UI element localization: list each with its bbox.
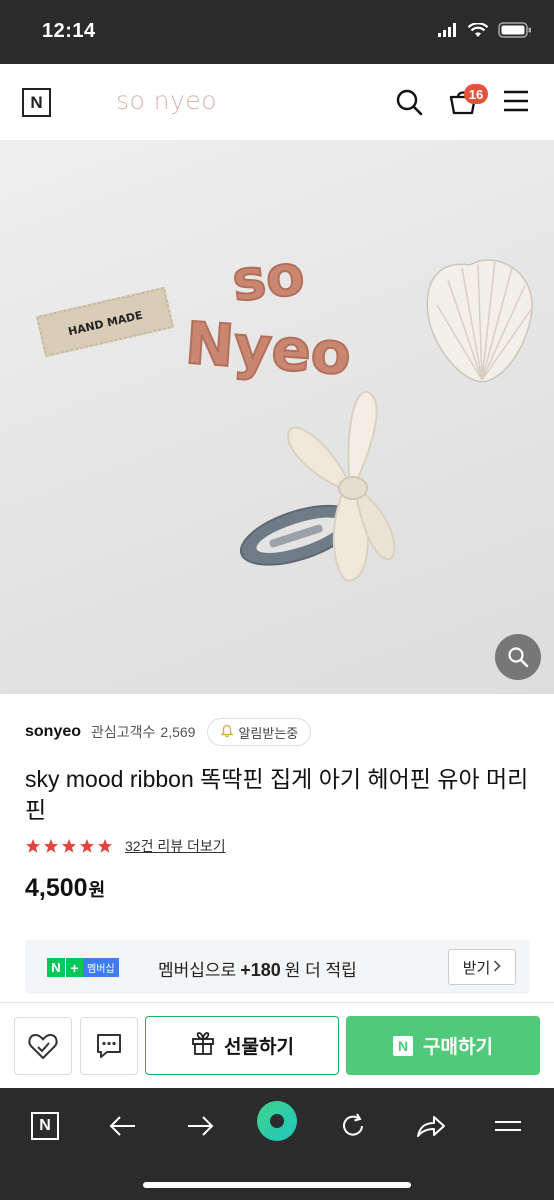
magnifier-icon [508,647,529,668]
seller-row: sonyeo 관심고객수 2,569 알림받는중 [25,718,312,746]
chevron-right-icon [493,959,501,976]
star-icon [80,839,94,853]
star-icon [98,839,112,853]
price-value: 4,500 [25,874,88,902]
chat-bubble-icon [97,1034,121,1058]
cart-count-badge: 16 [464,84,488,104]
membership-banner: N + 멤버십 멤버십으로 +180 원 더 적립 받기 [25,940,530,994]
product-photo: HAND MADE so Nyeo [35,242,533,582]
product-image[interactable]: HAND MADE so Nyeo [0,140,554,694]
refresh-button[interactable] [333,1106,373,1146]
followers-label: 관심고객수 [91,724,156,740]
membership-badge-plus: + [65,958,83,977]
notify-button[interactable]: 알림받는중 [207,718,312,746]
buy-label: 구매하기 [423,1037,493,1058]
app-header: N so nyeo 16 [0,64,554,140]
membership-text: 멤버십으로 +180 원 더 적립 [158,956,357,981]
home-indicator [143,1182,411,1188]
zoom-button[interactable] [495,634,541,680]
membership-text-after: 원 더 적립 [284,961,357,980]
wifi-icon [467,21,489,43]
membership-badge-n: N [47,958,65,977]
rating-stars [25,838,113,854]
green-dot-icon [257,1101,297,1141]
green-dot-button[interactable] [256,1100,298,1142]
share-button[interactable] [411,1106,451,1146]
membership-badge: N + 멤버십 [47,958,119,977]
bell-icon [220,724,235,741]
browser-menu-button[interactable] [488,1106,528,1146]
gift-icon [190,1030,216,1062]
receive-label: 받기 [462,959,491,977]
signal-icon [438,23,458,42]
notify-label: 알림받는중 [238,725,299,741]
naver-logo-button[interactable]: N [22,88,51,117]
forward-button[interactable] [180,1106,220,1146]
star-icon [62,839,76,853]
brand-clay-nyeo: Nyeo [183,309,353,388]
wishlist-button[interactable] [14,1017,72,1075]
arrow-left-icon [109,1116,135,1136]
naver-home-button[interactable]: N [25,1106,65,1146]
refresh-icon [343,1113,363,1136]
price-currency: 원 [88,880,106,900]
brand-clay-so: so [229,243,307,315]
followers-count: 2,569 [160,724,196,740]
receive-points-button[interactable]: 받기 [448,949,516,985]
buy-button[interactable]: N 구매하기 [346,1016,540,1075]
back-button[interactable] [103,1106,143,1146]
gift-button[interactable]: 선물하기 [145,1016,339,1075]
battery-icon [498,22,532,43]
membership-points: +180 [240,960,281,980]
status-icons [438,21,532,43]
membership-badge-label: 멤버십 [83,958,119,977]
purchase-action-bar: 선물하기 N 구매하기 [0,1002,554,1088]
seller-name[interactable]: sonyeo [25,723,81,741]
share-icon [417,1116,445,1137]
search-icon[interactable] [395,88,423,121]
star-icon [44,839,58,853]
status-bar: 12:14 [0,0,554,64]
membership-text-before: 멤버십으로 [158,961,237,980]
gift-label: 선물하기 [224,1037,294,1058]
price-row: 4,500 원 [25,874,105,903]
heart-icon [28,1034,58,1059]
star-icon [26,839,40,853]
menu-icon[interactable] [503,90,529,117]
hamburger-icon [495,1121,521,1131]
status-time: 12:14 [42,20,96,42]
rating-row: 32건 리뷰 더보기 [25,836,226,856]
arrow-right-icon [188,1116,214,1136]
review-link[interactable]: 32건 리뷰 더보기 [125,836,226,856]
inquiry-button[interactable] [80,1017,138,1075]
naver-pay-icon: N [393,1035,414,1056]
product-title: sky mood ribbon 똑딱핀 집게 아기 헤어핀 유아 머리핀 [25,766,529,823]
product-info: sonyeo 관심고객수 2,569 알림받는중 sky mood ribbon… [0,694,554,1002]
naver-n-icon: N [31,1112,59,1140]
store-name[interactable]: so nyeo [116,86,217,115]
